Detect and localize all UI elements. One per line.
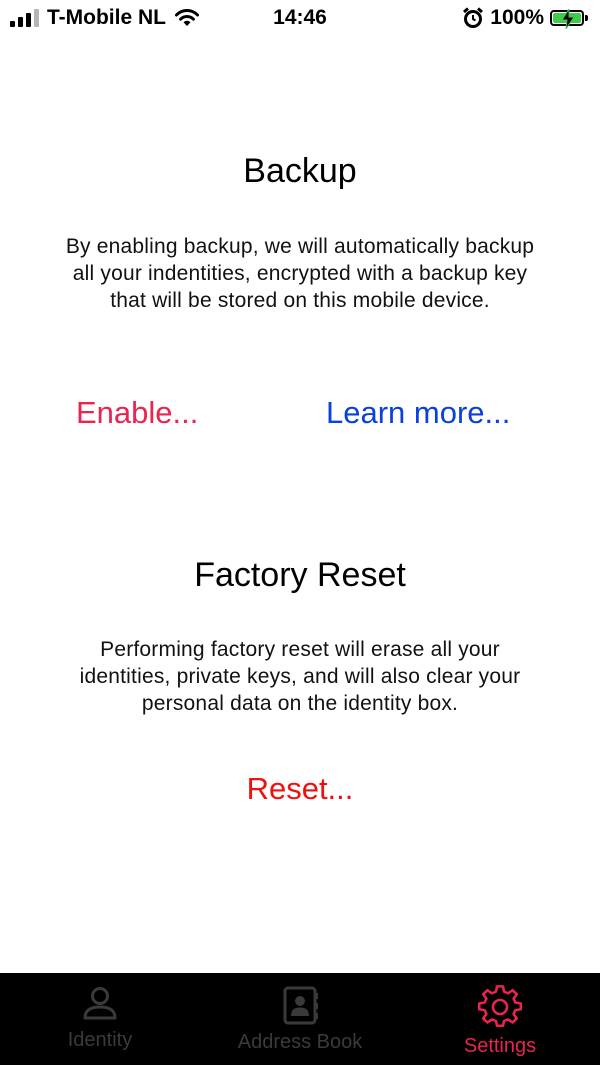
- battery-percentage: 100%: [490, 6, 544, 29]
- learn-more-link[interactable]: Learn more...: [326, 395, 510, 431]
- backup-description: By enabling backup, we will automaticall…: [65, 235, 535, 312]
- factory-reset-title: Factory Reset: [194, 556, 406, 594]
- tab-address-book-label: Address Book: [237, 1031, 363, 1053]
- status-right: 100%: [462, 6, 588, 30]
- battery-cap: [585, 15, 588, 21]
- person-icon: [83, 987, 117, 1020]
- status-bar: T-Mobile NL 14:46 100%: [0, 0, 600, 40]
- reset-button[interactable]: Reset...: [0, 771, 600, 807]
- gear-icon: [478, 985, 522, 1027]
- battery-icon: [550, 9, 584, 29]
- tab-identity[interactable]: Identity: [0, 973, 200, 1065]
- enable-backup-button[interactable]: Enable...: [76, 395, 198, 431]
- tab-settings-label: Settings: [463, 1035, 537, 1057]
- tab-address-book[interactable]: Address Book: [200, 973, 400, 1065]
- address-book-icon: [283, 986, 318, 1025]
- tab-identity-label: Identity: [67, 1029, 133, 1051]
- alarm-icon: [463, 7, 484, 28]
- tab-settings[interactable]: Settings: [400, 973, 600, 1065]
- tab-bar: Identity Address Book Settings: [0, 973, 600, 1065]
- backup-title: Backup: [243, 152, 357, 190]
- factory-reset-description: Performing factory reset will erase all …: [79, 638, 521, 715]
